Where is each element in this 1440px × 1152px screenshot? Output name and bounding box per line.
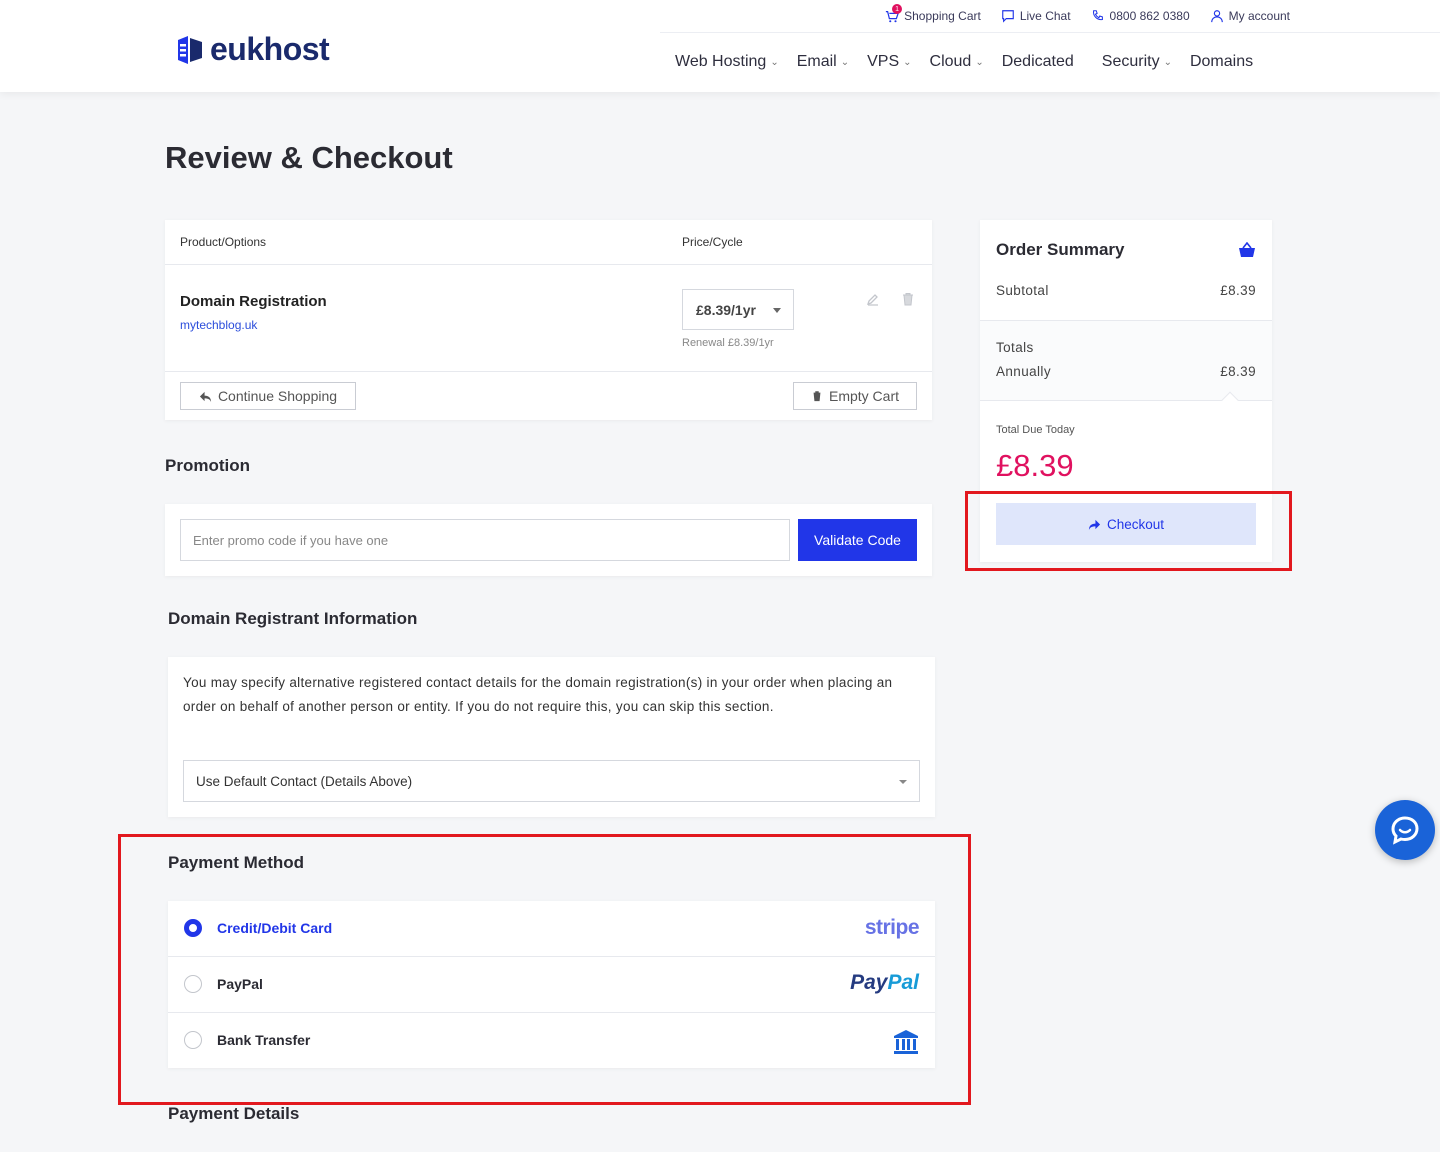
payment-details-title: Payment Details (168, 1104, 300, 1123)
trash-icon (903, 293, 913, 306)
trash-icon (812, 391, 822, 402)
user-icon (1210, 10, 1223, 23)
phone-number: 0800 862 0380 (1109, 9, 1190, 23)
remove-item-button[interactable] (901, 292, 915, 306)
total-due-label: Total Due Today (996, 424, 1075, 436)
live-chat-button[interactable] (1375, 800, 1435, 860)
checkout-highlight-box (965, 491, 1292, 571)
nav-label: Email (796, 53, 837, 70)
header-divider (660, 32, 1440, 33)
billing-cycle-select[interactable]: £8.39/1yr (682, 289, 794, 330)
live-chat-label: Live Chat (1019, 9, 1071, 23)
annually-label: Annually (996, 364, 1051, 379)
nav-label: Cloud (929, 53, 972, 70)
total-due-amount: £8.39 (996, 448, 1074, 483)
nav-item-email[interactable]: Email ⌄ (797, 53, 849, 71)
nav-label: VPS (867, 53, 900, 70)
nav-label: Security (1101, 53, 1160, 70)
annually-row: Annually £8.39 (996, 364, 1256, 379)
registrant-contact-select[interactable]: Use Default Contact (Details Above) (183, 760, 920, 802)
chevron-down-icon: ⌄ (975, 56, 984, 68)
my-account-link[interactable]: My account (1210, 9, 1290, 23)
nav-label: Dedicated (1001, 53, 1074, 70)
renewal-price: Renewal £8.39/1yr (682, 337, 774, 349)
chat-icon (1002, 10, 1014, 23)
brand-name: eukhost (210, 31, 330, 67)
totals-heading-row: Totals (996, 340, 1256, 355)
continue-shopping-button[interactable]: Continue Shopping (180, 382, 356, 410)
shopping-cart-link[interactable]: 1 Shopping Cart (885, 4, 981, 23)
divider (980, 320, 1272, 321)
cart-count-badge: 1 (892, 4, 903, 14)
main-nav: Web Hosting ⌄ Email ⌄ VPS ⌄ Cloud ⌄ Dedicate… (675, 50, 1253, 74)
nav-item-vps[interactable]: VPS ⌄ (867, 53, 911, 71)
nav-label: Web Hosting (675, 53, 767, 70)
registrant-description: You may specify alternative registered c… (183, 675, 893, 714)
nav-item-web-hosting[interactable]: Web Hosting ⌄ (675, 53, 779, 71)
promotion-card: Validate Code (165, 504, 932, 576)
nav-label: Domains (1189, 53, 1254, 70)
billing-cycle-value: £8.39/1yr (696, 301, 756, 318)
my-account-label: My account (1228, 9, 1290, 23)
registrant-title: Domain Registrant Information (168, 609, 418, 628)
page-title: Review & Checkout (165, 140, 453, 175)
pencil-icon (866, 294, 878, 306)
continue-shopping-label: Continue Shopping (217, 388, 338, 404)
nav-item-security[interactable]: Security ⌄ (1102, 53, 1172, 71)
promo-code-input[interactable] (180, 519, 790, 561)
basket-icon (1239, 242, 1255, 257)
cart-table: Product/Options Price/Cycle Domain Regis… (165, 220, 932, 420)
chat-bubble-icon (1391, 816, 1419, 845)
validate-code-button[interactable]: Validate Code (798, 519, 917, 561)
divider (165, 264, 932, 265)
nav-item-cloud[interactable]: Cloud ⌄ (930, 53, 984, 71)
divider (165, 371, 932, 372)
column-header-product: Product/Options (180, 235, 267, 249)
subtotal-value: £8.39 (1220, 283, 1256, 298)
nav-item-domains[interactable]: Domains (1190, 53, 1253, 71)
payment-method-highlight-box (118, 834, 971, 1105)
product-domain-link[interactable]: mytechblog.uk (180, 318, 257, 332)
empty-cart-label: Empty Cart (828, 388, 899, 404)
nav-item-dedicated[interactable]: Dedicated (1002, 53, 1074, 71)
column-header-price: Price/Cycle (682, 235, 743, 249)
product-name: Domain Registration (180, 293, 327, 310)
totals-label: Totals (996, 340, 1034, 355)
caret-down-icon (899, 780, 907, 784)
site-header: eukhost 1 Shopping Cart Live Chat 0800 8… (0, 0, 1440, 92)
subtotal-label: Subtotal (996, 283, 1049, 298)
top-utility-bar: 1 Shopping Cart Live Chat 0800 862 0380 … (885, 4, 1290, 26)
chevron-down-icon: ⌄ (903, 56, 912, 68)
annually-value: £8.39 (1220, 364, 1256, 379)
subtotal-row: Subtotal £8.39 (996, 283, 1256, 298)
registrant-contact-value: Use Default Contact (Details Above) (196, 773, 413, 789)
chevron-down-icon: ⌄ (770, 56, 779, 68)
totals-section (980, 320, 1272, 400)
chevron-down-icon: ⌄ (840, 56, 850, 68)
chevron-down-icon: ⌄ (1163, 56, 1172, 68)
shopping-cart-label: Shopping Cart (904, 9, 981, 23)
registrant-card: You may specify alternative registered c… (168, 657, 935, 817)
phone-link[interactable]: 0800 862 0380 (1091, 9, 1190, 23)
empty-cart-button[interactable]: Empty Cart (793, 382, 917, 410)
order-summary-title: Order Summary (996, 240, 1125, 259)
logo[interactable]: eukhost (176, 31, 330, 68)
promotion-title: Promotion (165, 456, 250, 475)
reply-arrow-icon (199, 391, 212, 402)
phone-icon (1092, 10, 1103, 21)
caret-down-icon (773, 308, 781, 313)
edit-item-button[interactable] (866, 292, 880, 306)
logo-icon (178, 35, 202, 64)
live-chat-link[interactable]: Live Chat (1001, 9, 1071, 23)
